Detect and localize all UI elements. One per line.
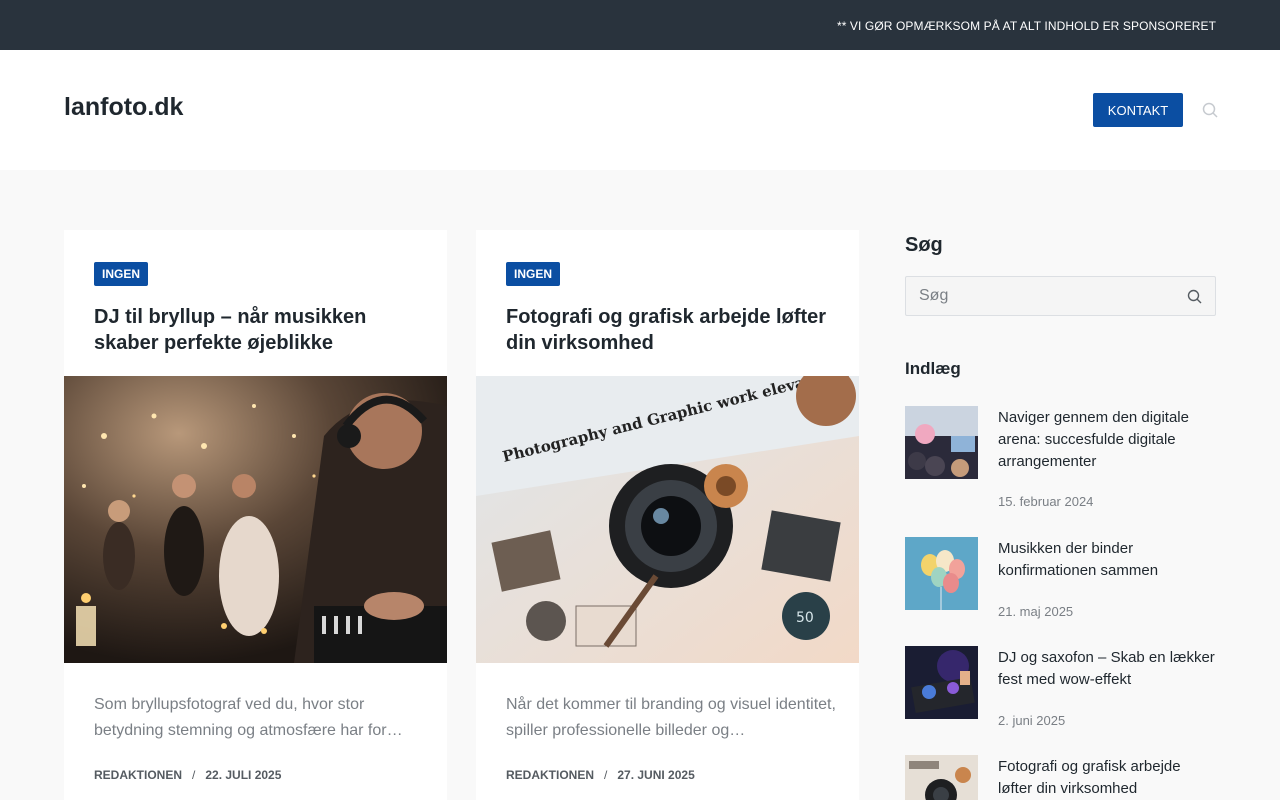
post-excerpt: Som bryllupsfotograf ved du, hvor stor b… (94, 696, 403, 739)
post-meta: REDAKTIONEN / 27. JUNI 2025 (506, 768, 695, 782)
post-meta: REDAKTIONEN / 22. JULI 2025 (94, 768, 281, 782)
sponsored-notice: ** VI GØR OPMÆRKSOM PÅ AT ALT INDHOLD ER… (836, 19, 1216, 33)
recent-post-thumbnail[interactable] (905, 406, 978, 479)
post-excerpt: Når det kommer til branding og visuel id… (506, 696, 836, 739)
recent-post-date: 21. maj 2025 (998, 604, 1074, 619)
sidebar-posts-title: Indlæg (905, 359, 961, 378)
post-date: 27. JUNI 2025 (617, 768, 695, 782)
post-card: INGEN DJ til bryllup – når musikken skab… (64, 230, 447, 800)
recent-post-title[interactable]: Fotografi og grafisk arbejde løfter din … (998, 756, 1216, 800)
site-header: lanfoto.dk KONTAKT (0, 50, 1280, 170)
sidebar-search-title: Søg (905, 234, 943, 256)
sidebar-search-box (905, 276, 1216, 316)
post-card: INGEN Fotografi og grafisk arbejde løfte… (476, 230, 859, 800)
category-badge[interactable]: INGEN (94, 262, 149, 286)
search-icon[interactable] (1187, 289, 1202, 304)
post-image-photography-graphics[interactable]: Photography and Graphic work elevates yo… (476, 376, 859, 663)
post-image-dj-wedding[interactable] (64, 376, 447, 663)
recent-post-date: 15. februar 2024 (998, 494, 1094, 509)
lens-cap-number: 50 (796, 610, 814, 626)
post-date: 22. JULI 2025 (205, 768, 282, 782)
recent-post-date: 2. juni 2025 (998, 713, 1066, 728)
search-icon[interactable] (1202, 102, 1218, 118)
post-author[interactable]: REDAKTIONEN (506, 768, 594, 782)
post-title[interactable]: Fotografi og grafisk arbejde løfter din … (506, 304, 836, 356)
top-notice-bar: ** VI GØR OPMÆRKSOM PÅ AT ALT INDHOLD ER… (0, 0, 1280, 50)
contact-button[interactable]: KONTAKT (1093, 93, 1183, 127)
recent-post-thumbnail[interactable] (905, 755, 978, 800)
post-title[interactable]: DJ til bryllup – når musikken skaber per… (94, 304, 424, 356)
category-badge[interactable]: INGEN (506, 262, 561, 286)
recent-post-thumbnail[interactable] (905, 537, 978, 610)
site-title[interactable]: lanfoto.dk (64, 93, 183, 122)
post-author[interactable]: REDAKTIONEN (94, 768, 182, 782)
recent-post-thumbnail[interactable] (905, 646, 978, 719)
sidebar-search-input[interactable] (906, 277, 1176, 315)
recent-post-title[interactable]: Naviger gennem den digitale arena: succe… (998, 407, 1216, 473)
meta-separator: / (192, 768, 196, 782)
meta-separator: / (604, 768, 608, 782)
recent-post-title[interactable]: Musikken der binder konfirmationen samme… (998, 538, 1216, 582)
recent-post-title[interactable]: DJ og saxofon – Skab en lækker fest med … (998, 647, 1216, 691)
